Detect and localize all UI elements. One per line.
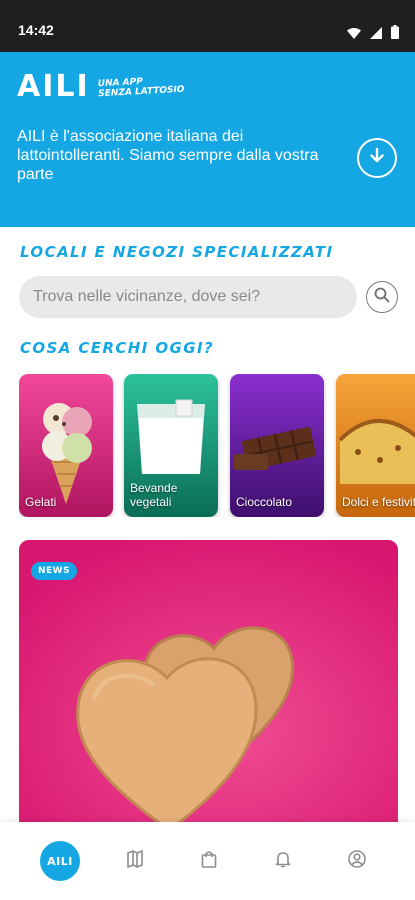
nav-profile[interactable] bbox=[320, 822, 394, 900]
category-card-gelati[interactable]: Gelati bbox=[19, 374, 113, 517]
category-card-cioccolato[interactable]: Cioccolato bbox=[230, 374, 324, 517]
nav-notifications[interactable] bbox=[246, 822, 320, 900]
header-description: AILI è l'associazione italiana dei latto… bbox=[17, 128, 319, 183]
category-label: Bevande vegetali bbox=[130, 481, 178, 509]
category-label: Dolci e festività bbox=[342, 495, 415, 509]
battery-icon bbox=[391, 24, 399, 43]
header-wave bbox=[0, 198, 415, 221]
map-icon bbox=[125, 849, 145, 873]
shops-section-title: LOCALI E NEGOZI SPECIALIZZATI bbox=[20, 243, 334, 261]
heart-cookies-image bbox=[19, 540, 398, 830]
nav-home-label: AILI bbox=[47, 854, 73, 868]
profile-icon bbox=[347, 849, 367, 873]
logo-tagline: UNA APP SENZA LATTOSIO bbox=[97, 76, 185, 100]
search-input[interactable] bbox=[19, 276, 357, 318]
category-card-bevande-vegetali[interactable]: Bevande vegetali bbox=[124, 374, 218, 517]
nav-shop[interactable] bbox=[172, 822, 246, 900]
download-button[interactable] bbox=[357, 138, 397, 178]
category-label: Cioccolato bbox=[236, 495, 293, 509]
aili-logo: AILI UNA APP SENZA LATTOSIO bbox=[17, 72, 184, 102]
home-icon: AILI bbox=[40, 841, 80, 881]
shopping-bag-icon bbox=[199, 849, 219, 873]
nav-home[interactable]: AILI bbox=[23, 822, 97, 900]
bottom-navigation: AILI bbox=[0, 822, 415, 900]
categories-section-title: COSA CERCHI OGGI? bbox=[20, 339, 215, 357]
category-card-dolci-e-festivita[interactable]: Dolci e festività bbox=[336, 374, 415, 517]
logo-text: AILI bbox=[17, 69, 90, 104]
status-bar: 14:42 bbox=[0, 0, 415, 52]
search-button[interactable] bbox=[366, 281, 398, 313]
wifi-icon bbox=[347, 24, 361, 43]
news-badge: NEWS bbox=[31, 562, 78, 580]
bell-icon bbox=[273, 849, 293, 873]
status-icons bbox=[347, 24, 399, 43]
download-circle-icon bbox=[367, 146, 387, 170]
news-card[interactable]: NEWS bbox=[19, 540, 398, 830]
nav-map[interactable] bbox=[98, 822, 172, 900]
signal-icon bbox=[370, 24, 382, 43]
status-time: 14:42 bbox=[18, 22, 54, 38]
categories-carousel[interactable]: Gelati Bevande vegetali Cioccolato Dolci… bbox=[19, 374, 415, 517]
category-label: Gelati bbox=[25, 495, 57, 509]
search-icon bbox=[373, 286, 391, 308]
